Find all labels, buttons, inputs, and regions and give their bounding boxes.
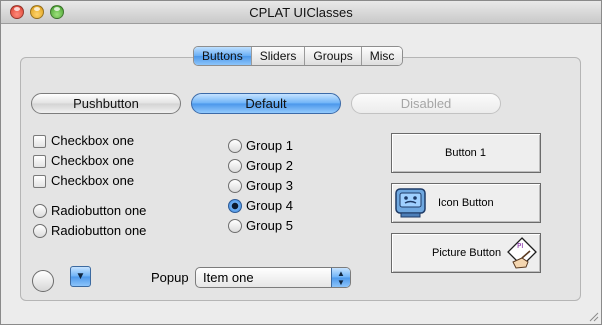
checkbox-box[interactable] — [33, 175, 46, 188]
hand-pointing-card-icon: PI — [507, 237, 537, 269]
group-radio-label: Group 3 — [246, 178, 293, 193]
radio-dot[interactable] — [228, 139, 242, 153]
tab-groups[interactable]: Groups — [305, 47, 362, 65]
checkbox-box[interactable] — [33, 135, 46, 148]
tab-bar: Buttons Sliders Groups Misc — [193, 46, 404, 66]
group-radio-label: Group 5 — [246, 218, 293, 233]
chevron-down-icon[interactable]: ▼ — [70, 266, 91, 287]
window-title: CPLAT UIClasses — [249, 5, 353, 20]
button-1-label: Button 1 — [445, 147, 486, 159]
group-radio-label: Group 2 — [246, 158, 293, 173]
radio-dot-selected[interactable] — [228, 199, 242, 213]
computer-face-icon — [395, 188, 426, 218]
checkbox-label: Checkbox one — [51, 153, 135, 168]
radio-dot[interactable] — [228, 179, 242, 193]
icon-button[interactable]: Icon Button — [391, 183, 541, 223]
tab-buttons[interactable]: Buttons — [194, 47, 252, 65]
tab-sliders[interactable]: Sliders — [251, 47, 306, 65]
radio-dot[interactable] — [33, 204, 47, 218]
picture-button[interactable]: Picture Button PI — [391, 233, 541, 273]
checkbox-label: Checkbox one — [51, 133, 135, 148]
icon-button-label: Icon Button — [438, 197, 494, 209]
picture-button-label: Picture Button — [432, 247, 502, 259]
button-1[interactable]: Button 1 — [391, 133, 541, 173]
disabled-button: Disabled — [351, 93, 501, 114]
checkbox-box[interactable] — [33, 155, 46, 168]
default-button[interactable]: Default — [191, 93, 341, 114]
popup-label: Popup — [151, 270, 189, 285]
up-down-arrows-icon: ▲ ▼ — [331, 268, 350, 287]
popup-value: Item one — [203, 270, 254, 285]
title-bar[interactable]: CPLAT UIClasses — [1, 1, 601, 24]
group-radio-label: Group 1 — [246, 138, 293, 153]
tab-misc[interactable]: Misc — [361, 47, 403, 65]
pushbutton[interactable]: Pushbutton — [31, 93, 181, 114]
popup-menu[interactable]: Item one ▲ ▼ — [195, 267, 351, 288]
radio-dot[interactable] — [33, 224, 47, 238]
svg-text:PI: PI — [517, 242, 523, 250]
checkbox-label: Checkbox one — [51, 173, 135, 188]
radio-dot[interactable] — [228, 159, 242, 173]
radio-dot[interactable] — [228, 219, 242, 233]
group-radio-label: Group 4 — [246, 198, 293, 213]
app-window: CPLAT UIClasses Buttons Sliders Groups M… — [0, 0, 602, 325]
radio-label: Radiobutton one — [51, 203, 147, 218]
round-button[interactable] — [32, 270, 54, 292]
radio-label: Radiobutton one — [51, 223, 147, 238]
resize-grip-icon[interactable] — [587, 310, 599, 322]
